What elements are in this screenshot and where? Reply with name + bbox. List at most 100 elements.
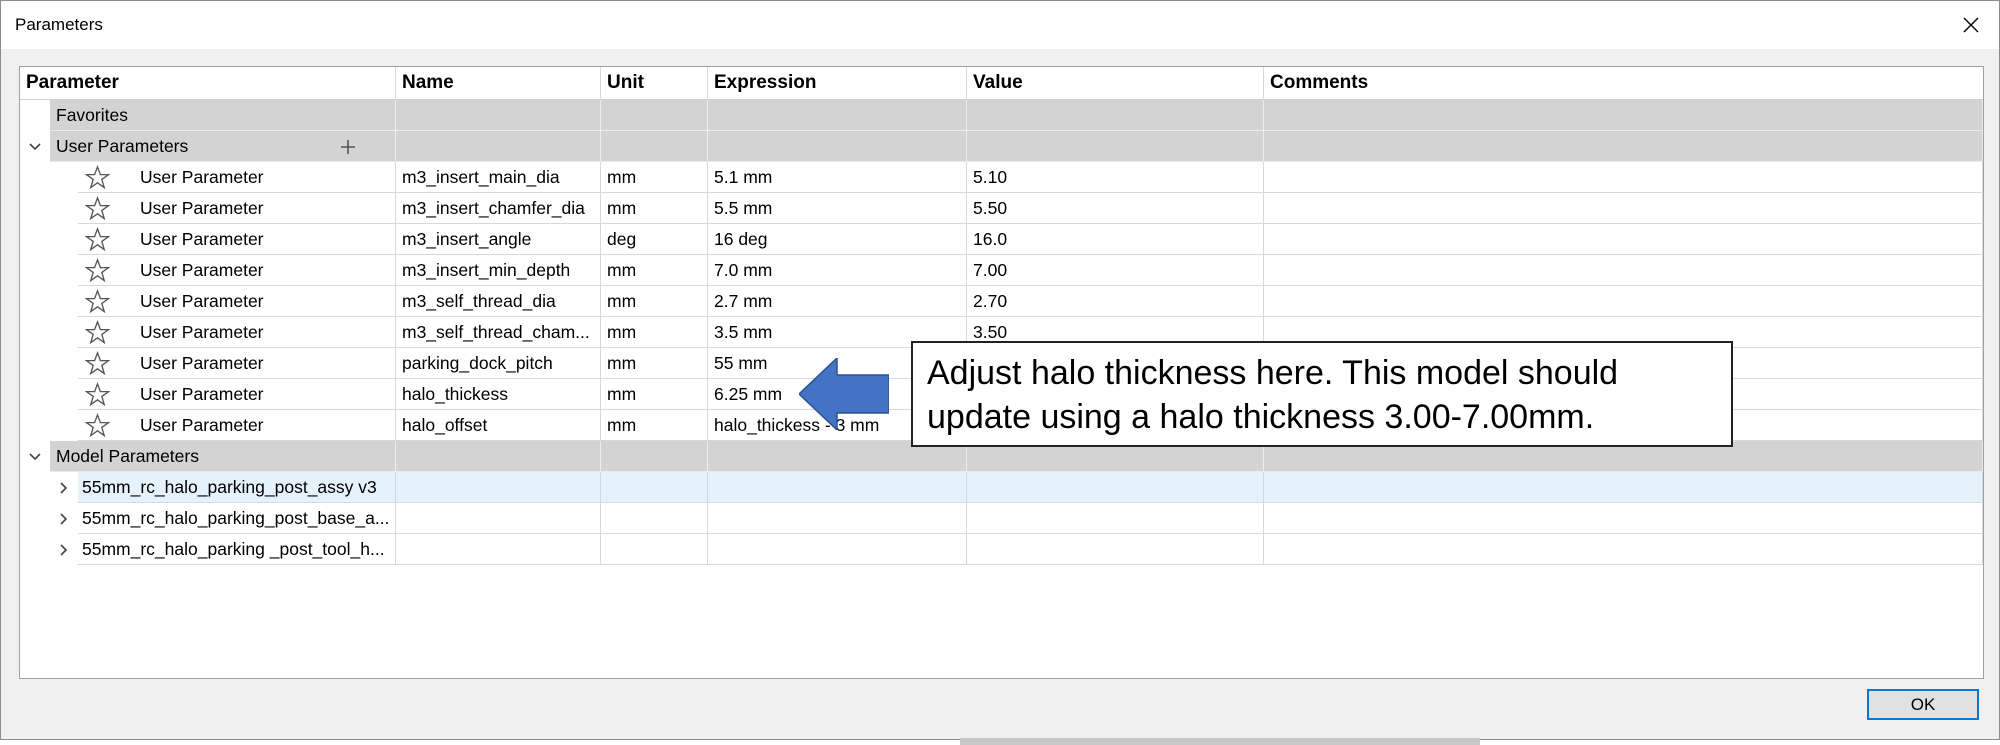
group-toggle-model-parameters[interactable] <box>23 441 47 472</box>
expression-cell[interactable]: 5.1 mm <box>708 162 967 193</box>
comments-cell[interactable] <box>1264 286 1983 317</box>
model-label-cell[interactable]: 55mm_rc_halo_parking _post_tool_h... <box>78 534 396 565</box>
value-cell: 16.0 <box>967 224 1264 255</box>
group-toggle-cell <box>20 100 50 131</box>
column-header-unit[interactable]: Unit <box>601 67 708 99</box>
parameter-type-cell: User Parameter <box>78 379 396 410</box>
unit-cell[interactable]: mm <box>601 193 708 224</box>
group-toggle-user-parameters[interactable] <box>23 131 47 162</box>
background-window-strip <box>960 738 1480 745</box>
unit-cell[interactable]: mm <box>601 162 708 193</box>
table-row[interactable]: User Parameter m3_self_thread_dia mm 2.7 mm… <box>20 286 1983 317</box>
name-cell[interactable]: halo_thickess <box>396 379 601 410</box>
group-cell <box>708 100 967 131</box>
favorite-star-icon[interactable] <box>85 413 110 438</box>
name-cell[interactable]: m3_insert_main_dia <box>396 162 601 193</box>
favorite-star-icon[interactable] <box>85 258 110 283</box>
name-cell[interactable]: m3_self_thread_dia <box>396 286 601 317</box>
favorite-star-icon[interactable] <box>85 227 110 252</box>
model-label-cell[interactable]: 55mm_rc_halo_parking_post_assy v3 <box>78 472 396 503</box>
column-header-comments[interactable]: Comments <box>1264 67 1983 99</box>
comments-cell[interactable] <box>1264 193 1983 224</box>
value-cell: 7.00 <box>967 255 1264 286</box>
table-row[interactable]: User Parameter m3_insert_min_depth mm 7.0 m… <box>20 255 1983 286</box>
favorite-star-icon[interactable] <box>85 320 110 345</box>
column-header-expression[interactable]: Expression <box>708 67 967 99</box>
chevron-right-icon <box>60 543 68 556</box>
empty-cell <box>967 472 1264 503</box>
annotation-callout: Adjust halo thickness here. This model s… <box>911 341 1733 447</box>
group-cell <box>708 131 967 162</box>
add-parameter-button[interactable] <box>335 131 361 162</box>
parameter-type-label: User Parameter <box>140 167 264 187</box>
group-label-model-parameters: Model Parameters <box>50 441 396 472</box>
comments-cell[interactable] <box>1264 255 1983 286</box>
pointer-arrow-icon <box>799 358 889 430</box>
favorite-star-icon[interactable] <box>85 165 110 190</box>
empty-cell <box>708 503 967 534</box>
empty-cell <box>1264 503 1983 534</box>
parameter-type-label: User Parameter <box>140 198 264 218</box>
close-icon <box>1963 17 1979 33</box>
name-cell[interactable]: parking_dock_pitch <box>396 348 601 379</box>
column-header-name[interactable]: Name <box>396 67 601 99</box>
unit-cell[interactable]: mm <box>601 255 708 286</box>
expand-toggle[interactable] <box>52 472 76 503</box>
favorite-star-icon[interactable] <box>85 196 110 221</box>
parameter-type-label: User Parameter <box>140 322 264 342</box>
favorite-star-icon[interactable] <box>85 351 110 376</box>
group-row-user-parameters: User Parameters <box>20 131 1983 162</box>
empty-cell <box>601 472 708 503</box>
favorite-star-icon[interactable] <box>85 382 110 407</box>
column-header-value[interactable]: Value <box>967 67 1264 99</box>
expression-cell[interactable]: 2.7 mm <box>708 286 967 317</box>
unit-cell[interactable]: mm <box>601 286 708 317</box>
unit-cell[interactable]: mm <box>601 317 708 348</box>
model-label-cell[interactable]: 55mm_rc_halo_parking_post_base_a... <box>78 503 396 534</box>
empty-cell <box>601 534 708 565</box>
unit-cell[interactable]: mm <box>601 379 708 410</box>
name-cell[interactable]: m3_self_thread_cham... <box>396 317 601 348</box>
table-row[interactable]: User Parameter m3_insert_main_dia mm 5.1 mm… <box>20 162 1983 193</box>
expression-cell[interactable]: 7.0 mm <box>708 255 967 286</box>
empty-cell <box>601 503 708 534</box>
name-cell[interactable]: m3_insert_min_depth <box>396 255 601 286</box>
unit-cell[interactable]: mm <box>601 348 708 379</box>
parameter-type-cell: User Parameter <box>78 348 396 379</box>
ok-button[interactable]: OK <box>1867 689 1979 720</box>
table-row[interactable]: User Parameter m3_insert_chamfer_dia mm 5.5… <box>20 193 1983 224</box>
name-cell[interactable]: m3_insert_angle <box>396 224 601 255</box>
value-cell: 5.10 <box>967 162 1264 193</box>
chevron-down-icon <box>29 142 41 150</box>
parameters-dialog: Parameters Parameter Name Unit Expressio… <box>0 0 2000 740</box>
table-row[interactable]: 55mm_rc_halo_parking_post_assy v3 <box>20 472 1983 503</box>
group-cell <box>967 100 1264 131</box>
name-cell[interactable]: m3_insert_chamfer_dia <box>396 193 601 224</box>
group-toggle-cell <box>20 441 50 472</box>
chevron-down-icon <box>29 452 41 460</box>
value-cell: 5.50 <box>967 193 1264 224</box>
expression-cell[interactable]: 16 deg <box>708 224 967 255</box>
empty-cell <box>396 534 601 565</box>
expression-cell[interactable]: 5.5 mm <box>708 193 967 224</box>
favorite-star-icon[interactable] <box>85 289 110 314</box>
empty-cell <box>396 472 601 503</box>
table-row[interactable]: 55mm_rc_halo_parking _post_tool_h... <box>20 534 1983 565</box>
comments-cell[interactable] <box>1264 224 1983 255</box>
empty-cell <box>967 503 1264 534</box>
callout-line-1: Adjust halo thickness here. This model s… <box>927 354 1619 392</box>
unit-cell[interactable]: deg <box>601 224 708 255</box>
expand-toggle[interactable] <box>52 503 76 534</box>
table-row[interactable]: User Parameter m3_insert_angle deg 16 deg 16… <box>20 224 1983 255</box>
column-header-parameter[interactable]: Parameter <box>20 67 396 99</box>
close-button[interactable] <box>1943 1 1999 49</box>
window-title: Parameters <box>15 15 103 34</box>
name-cell[interactable]: halo_offset <box>396 410 601 441</box>
expand-toggle[interactable] <box>52 534 76 565</box>
parameter-type-label: User Parameter <box>140 260 264 280</box>
comments-cell[interactable] <box>1264 162 1983 193</box>
empty-cell <box>708 534 967 565</box>
table-row[interactable]: 55mm_rc_halo_parking_post_base_a... <box>20 503 1983 534</box>
group-toggle-cell <box>20 131 50 162</box>
unit-cell[interactable]: mm <box>601 410 708 441</box>
